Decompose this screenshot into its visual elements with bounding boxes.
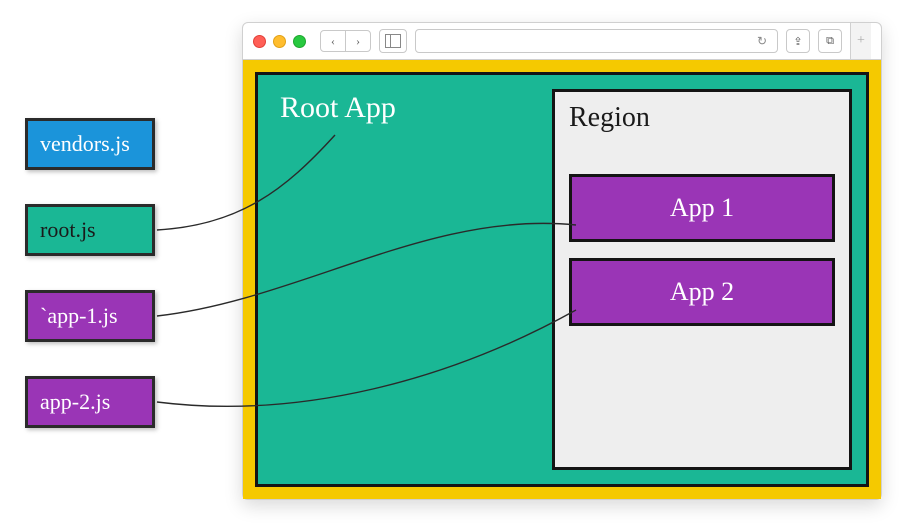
file-root-label: root.js — [40, 217, 96, 243]
file-vendors-box: vendors.js — [25, 118, 155, 170]
back-button[interactable]: ‹ — [321, 31, 345, 51]
browser-viewport: Root App Region App 1 App 2 — [243, 60, 881, 499]
close-icon[interactable] — [253, 35, 266, 48]
app1-box: App 1 — [569, 174, 835, 242]
minimize-icon[interactable] — [273, 35, 286, 48]
file-app1-label: `app-1.js — [40, 303, 118, 329]
browser-titlebar: ‹ › ↻ ⇪ ⧉ + — [243, 23, 881, 60]
sidebar-icon — [385, 34, 401, 48]
new-tab-button[interactable]: + — [850, 23, 871, 59]
app2-label: App 2 — [670, 277, 734, 307]
file-app2-label: app-2.js — [40, 389, 110, 415]
region-label: Region — [569, 102, 835, 134]
file-root-box: root.js — [25, 204, 155, 256]
root-app-label: Root App — [272, 89, 538, 470]
sidebar-toggle-button[interactable] — [379, 29, 407, 53]
nav-buttons: ‹ › — [320, 30, 371, 52]
root-app-container: Root App Region App 1 App 2 — [255, 72, 869, 487]
file-app2-box: app-2.js — [25, 376, 155, 428]
zoom-icon[interactable] — [293, 35, 306, 48]
app1-label: App 1 — [670, 193, 734, 223]
app2-box: App 2 — [569, 258, 835, 326]
browser-window: ‹ › ↻ ⇪ ⧉ + Root App Region App 1 App 2 — [242, 22, 882, 500]
tabs-button[interactable]: ⧉ — [818, 29, 842, 53]
file-app1-box: `app-1.js — [25, 290, 155, 342]
reload-icon[interactable]: ↻ — [757, 34, 767, 48]
traffic-lights — [253, 35, 306, 48]
forward-button[interactable]: › — [345, 31, 370, 51]
share-button[interactable]: ⇪ — [786, 29, 810, 53]
url-bar[interactable]: ↻ — [415, 29, 778, 53]
file-vendors-label: vendors.js — [40, 131, 130, 157]
region-container: Region App 1 App 2 — [552, 89, 852, 470]
